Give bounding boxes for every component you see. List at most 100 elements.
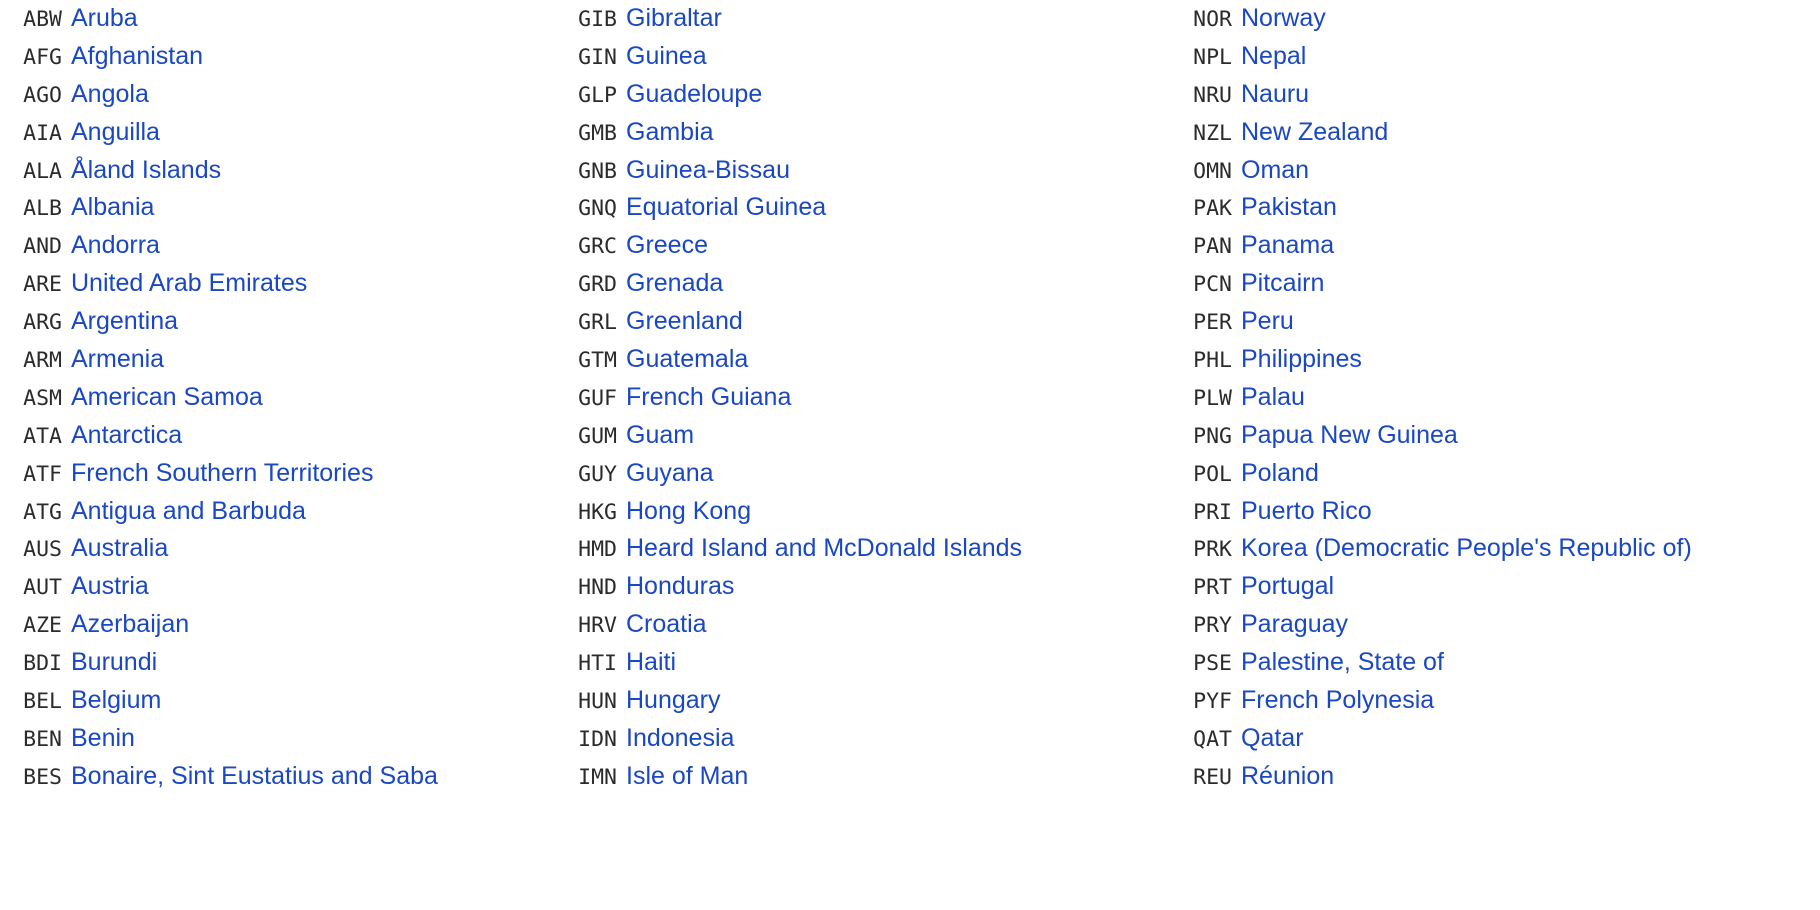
country-code-row: BEN Benin [18, 720, 598, 758]
country-name-link[interactable]: Pakistan [1241, 189, 1337, 227]
country-name-link[interactable]: Afghanistan [71, 38, 203, 76]
country-code: PCN [1193, 272, 1232, 298]
country-code-row: GUF French Guiana [532, 379, 1172, 417]
country-code-row: AFG Afghanistan [18, 38, 598, 76]
country-name-link[interactable]: Honduras [626, 568, 734, 606]
country-code: GIN [578, 44, 617, 70]
country-code-row: PER Peru [1147, 303, 1820, 341]
country-code: GRL [578, 310, 617, 336]
country-name-link[interactable]: Philippines [1241, 341, 1362, 379]
country-name-link[interactable]: Greenland [626, 303, 743, 341]
country-name-link[interactable]: Armenia [71, 341, 164, 379]
country-code-row: ARG Argentina [18, 303, 598, 341]
country-name-link[interactable]: Guatemala [626, 341, 748, 379]
country-name-link[interactable]: United Arab Emirates [71, 265, 307, 303]
country-name-link[interactable]: Guyana [626, 455, 714, 493]
country-code-row: REU Réunion [1147, 758, 1820, 796]
country-name-link[interactable]: Burundi [71, 644, 157, 682]
country-name-link[interactable]: Portugal [1241, 568, 1334, 606]
country-code: BEN [23, 726, 62, 752]
country-code-row: GIB Gibraltar [532, 0, 1172, 38]
country-name-link[interactable]: American Samoa [71, 379, 263, 417]
country-name-link[interactable]: Greece [626, 227, 708, 265]
country-name-link[interactable]: Nepal [1241, 38, 1306, 76]
country-code-row: GMB Gambia [532, 114, 1172, 152]
country-name-link[interactable]: Gibraltar [626, 0, 722, 38]
country-code-board: ABW Aruba AFG Afghanistan AGO Angola AIA Anguil… [0, 0, 1820, 910]
country-name-link[interactable]: Aruba [71, 0, 138, 38]
country-name-link[interactable]: Poland [1241, 455, 1319, 493]
country-code: NZL [1193, 120, 1232, 146]
country-name-link[interactable]: Qatar [1241, 720, 1304, 758]
country-name-link[interactable]: Guinea [626, 38, 707, 76]
country-name-link[interactable]: Grenada [626, 265, 723, 303]
country-name-link[interactable]: Nauru [1241, 76, 1309, 114]
country-code: HND [578, 575, 617, 601]
country-name-link[interactable]: Andorra [71, 227, 160, 265]
country-code-row: IDN Indonesia [532, 720, 1172, 758]
country-name-link[interactable]: Australia [71, 530, 168, 568]
country-name-link[interactable]: Pitcairn [1241, 265, 1324, 303]
country-name-link[interactable]: French Guiana [626, 379, 791, 417]
country-code: OMN [1193, 158, 1232, 184]
country-code: GUM [578, 423, 617, 449]
country-name-link[interactable]: Puerto Rico [1241, 493, 1372, 531]
country-name-link[interactable]: New Zealand [1241, 114, 1388, 152]
country-name-link[interactable]: Albania [71, 189, 154, 227]
country-name-link[interactable]: Azerbaijan [71, 606, 189, 644]
country-code-row: BDI Burundi [18, 644, 598, 682]
country-code-row: ATF French Southern Territories [18, 455, 598, 493]
country-name-link[interactable]: Paraguay [1241, 606, 1348, 644]
country-code: ATA [23, 423, 62, 449]
country-name-link[interactable]: Haiti [626, 644, 676, 682]
country-name-link[interactable]: Croatia [626, 606, 707, 644]
country-code: BES [23, 764, 62, 790]
country-name-link[interactable]: Norway [1241, 0, 1326, 38]
country-code-row: AGO Angola [18, 76, 598, 114]
country-name-link[interactable]: French Polynesia [1241, 682, 1434, 720]
country-name-link[interactable]: Antigua and Barbuda [71, 493, 306, 531]
country-code-row: HUN Hungary [532, 682, 1172, 720]
country-code: PRK [1193, 537, 1232, 563]
country-name-link[interactable]: Panama [1241, 227, 1334, 265]
country-name-link[interactable]: Benin [71, 720, 135, 758]
country-name-link[interactable]: Korea (Democratic People's Republic of) [1241, 530, 1692, 568]
country-name-link[interactable]: Anguilla [71, 114, 160, 152]
country-name-link[interactable]: Oman [1241, 152, 1309, 190]
country-name-link[interactable]: Palau [1241, 379, 1305, 417]
country-name-link[interactable]: Hungary [626, 682, 721, 720]
country-name-link[interactable]: Austria [71, 568, 149, 606]
country-code-row: HND Honduras [532, 568, 1172, 606]
country-name-link[interactable]: Réunion [1241, 758, 1334, 796]
country-code-row: PYF French Polynesia [1147, 682, 1820, 720]
country-name-link[interactable]: Bonaire, Sint Eustatius and Saba [71, 758, 438, 796]
country-name-link[interactable]: Angola [71, 76, 149, 114]
country-name-link[interactable]: Belgium [71, 682, 161, 720]
country-name-link[interactable]: Åland Islands [71, 152, 221, 190]
country-code-row: ARE United Arab Emirates [18, 265, 598, 303]
country-name-link[interactable]: Palestine, State of [1241, 644, 1444, 682]
country-code: PRI [1193, 499, 1232, 525]
country-name-link[interactable]: Isle of Man [626, 758, 748, 796]
country-name-link[interactable]: Gambia [626, 114, 714, 152]
country-code: POL [1193, 461, 1232, 487]
country-code-row: ASM American Samoa [18, 379, 598, 417]
country-name-link[interactable]: Equatorial Guinea [626, 189, 826, 227]
country-name-link[interactable]: Antarctica [71, 417, 182, 455]
country-code-row: AND Andorra [18, 227, 598, 265]
country-name-link[interactable]: Hong Kong [626, 493, 751, 531]
country-name-link[interactable]: Peru [1241, 303, 1294, 341]
country-code-row: GLP Guadeloupe [532, 76, 1172, 114]
country-name-link[interactable]: Guadeloupe [626, 76, 762, 114]
country-name-link[interactable]: French Southern Territories [71, 455, 373, 493]
country-code-row: NOR Norway [1147, 0, 1820, 38]
country-name-link[interactable]: Guinea-Bissau [626, 152, 790, 190]
country-code: HTI [578, 651, 617, 677]
country-name-link[interactable]: Argentina [71, 303, 178, 341]
country-name-link[interactable]: Heard Island and McDonald Islands [626, 530, 1022, 568]
country-code: PNG [1193, 423, 1232, 449]
country-name-link[interactable]: Guam [626, 417, 694, 455]
country-code-row: GRC Greece [532, 227, 1172, 265]
country-name-link[interactable]: Papua New Guinea [1241, 417, 1458, 455]
country-name-link[interactable]: Indonesia [626, 720, 734, 758]
